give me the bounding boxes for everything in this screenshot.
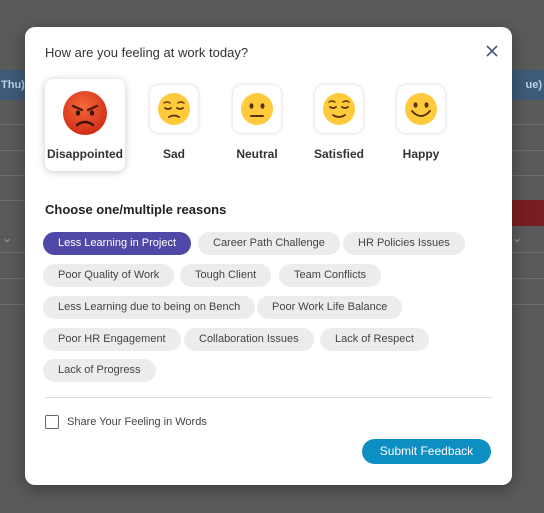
- pensive-face-icon: [158, 93, 190, 125]
- reason-chip-collaboration-issues[interactable]: Collaboration Issues: [184, 328, 314, 351]
- close-button[interactable]: [484, 43, 500, 59]
- mood-face-container: [233, 85, 281, 133]
- mood-label: Happy: [402, 147, 440, 161]
- background-highlight-cell: [512, 200, 544, 226]
- mood-face-container: [315, 85, 363, 133]
- reason-chip-team-conflicts[interactable]: Team Conflicts: [279, 264, 382, 287]
- reason-chip-poor-hr-engagement[interactable]: Poor HR Engagement: [43, 328, 181, 351]
- mood-label: Satisfied: [313, 147, 364, 161]
- mood-face-container: [397, 85, 445, 133]
- share-feeling-checkbox[interactable]: [45, 415, 59, 429]
- mood-face-container: [150, 85, 198, 133]
- chevron-down-icon: ⌄: [2, 231, 13, 245]
- reason-chip-lack-of-progress[interactable]: Lack of Progress: [43, 359, 156, 382]
- reason-chip-less-learning-bench[interactable]: Less Learning due to being on Bench: [43, 296, 256, 319]
- neutral-face-icon: [241, 93, 273, 125]
- divider: [45, 397, 492, 398]
- mood-option-happy[interactable]: Happy: [381, 79, 461, 171]
- reason-chip-tough-client[interactable]: Tough Client: [180, 264, 272, 287]
- mood-option-disappointed[interactable]: Disappointed: [45, 79, 125, 171]
- close-icon: [486, 45, 498, 57]
- submit-feedback-button[interactable]: Submit Feedback: [362, 439, 491, 464]
- mood-face-container: [57, 85, 113, 141]
- background-header-left: Thu): [1, 79, 25, 91]
- background-header-right: ue): [525, 79, 543, 91]
- reason-chip-hr-policies-issues[interactable]: HR Policies Issues: [343, 232, 465, 255]
- angry-face-icon: [63, 91, 107, 135]
- relieved-face-icon: [323, 93, 355, 125]
- mood-label: Neutral: [236, 147, 278, 161]
- mood-option-sad[interactable]: Sad: [134, 79, 214, 171]
- share-feeling-option[interactable]: Share Your Feeling in Words: [45, 414, 207, 430]
- reason-chip-poor-quality-of-work[interactable]: Poor Quality of Work: [43, 264, 175, 287]
- mood-label: Disappointed: [46, 147, 123, 161]
- modal-title: How are you feeling at work today?: [45, 45, 249, 60]
- reason-chip-less-learning-in-project[interactable]: Less Learning in Project: [43, 232, 192, 255]
- mood-option-neutral[interactable]: Neutral: [217, 79, 297, 171]
- mood-label: Sad: [162, 147, 185, 161]
- share-feeling-label: Share Your Feeling in Words: [67, 416, 207, 428]
- chevron-down-icon: ⌄: [512, 231, 523, 245]
- mood-selector: Disappointed Sad Neutral Satisfied Happy: [45, 79, 485, 174]
- reason-chip-lack-of-respect[interactable]: Lack of Respect: [320, 328, 429, 351]
- feedback-modal: How are you feeling at work today? Disap…: [25, 27, 512, 485]
- mood-option-satisfied[interactable]: Satisfied: [299, 79, 379, 171]
- reason-chip-career-path-challenge[interactable]: Career Path Challenge: [198, 232, 340, 255]
- reasons-heading: Choose one/multiple reasons: [45, 202, 227, 217]
- reason-chip-poor-work-life-balance[interactable]: Poor Work Life Balance: [257, 296, 403, 319]
- smiling-face-icon: [405, 93, 437, 125]
